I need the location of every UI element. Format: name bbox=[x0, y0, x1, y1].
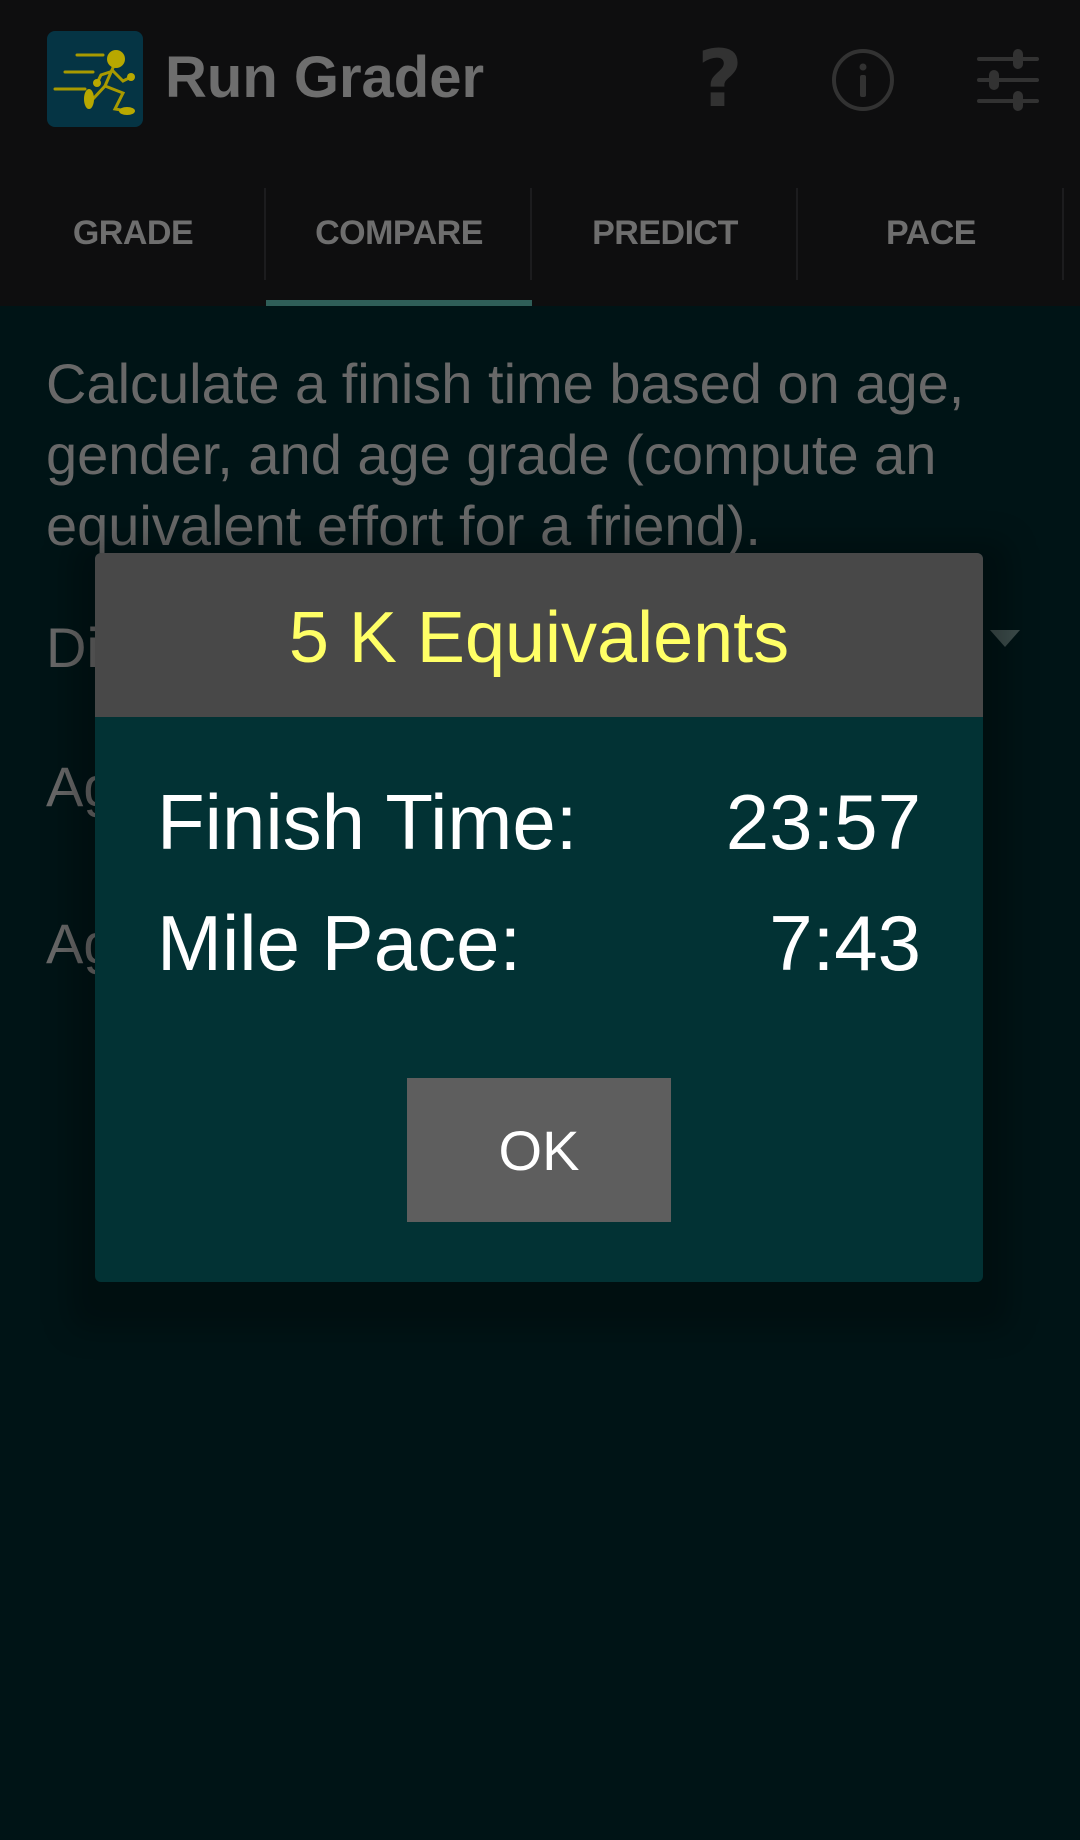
tab-predict[interactable]: PREDICT bbox=[532, 160, 798, 306]
tab-compare[interactable]: COMPARE bbox=[266, 160, 532, 306]
tab-label: GRADE bbox=[72, 213, 194, 252]
tab-label: PREDICT bbox=[592, 213, 738, 252]
mile-pace-value: 7:43 bbox=[769, 899, 921, 987]
finish-time-label: Finish Time: bbox=[157, 778, 578, 866]
tab-bar: GRADE COMPARE PREDICT PACE bbox=[0, 160, 1080, 306]
mile-pace-label: Mile Pace: bbox=[157, 899, 522, 987]
app-title: Run Grader bbox=[165, 45, 485, 110]
dialog-header: 5 K Equivalents bbox=[95, 553, 983, 717]
tab-label: COMPARE bbox=[315, 213, 483, 252]
tab-overflow bbox=[1064, 160, 1080, 306]
tab-pace[interactable]: PACE bbox=[798, 160, 1064, 306]
tab-label: PACE bbox=[886, 213, 976, 252]
description-text: Calculate a finish time based on age, ge… bbox=[46, 352, 965, 557]
ok-button[interactable]: OK bbox=[407, 1078, 671, 1222]
info-button[interactable] bbox=[827, 44, 899, 116]
help-button[interactable]: ? bbox=[684, 35, 756, 125]
finish-time-value: 23:57 bbox=[725, 778, 921, 866]
question-mark-icon: ? bbox=[697, 35, 743, 125]
info-circle-icon bbox=[832, 49, 894, 111]
sliders-icon bbox=[977, 49, 1039, 111]
dialog-title: 5 K Equivalents bbox=[288, 598, 790, 678]
app-bar: Run Grader ? bbox=[0, 0, 1080, 160]
settings-button[interactable] bbox=[972, 44, 1044, 116]
finish-time-row: Finish Time: 23:57 bbox=[157, 777, 921, 868]
mile-pace-row: Mile Pace: 7:43 bbox=[157, 898, 921, 989]
tab-grade[interactable]: GRADE bbox=[0, 160, 266, 306]
equivalents-dialog: 5 K Equivalents Finish Time: 23:57 Mile … bbox=[95, 553, 983, 1282]
running-man-icon bbox=[47, 31, 143, 127]
